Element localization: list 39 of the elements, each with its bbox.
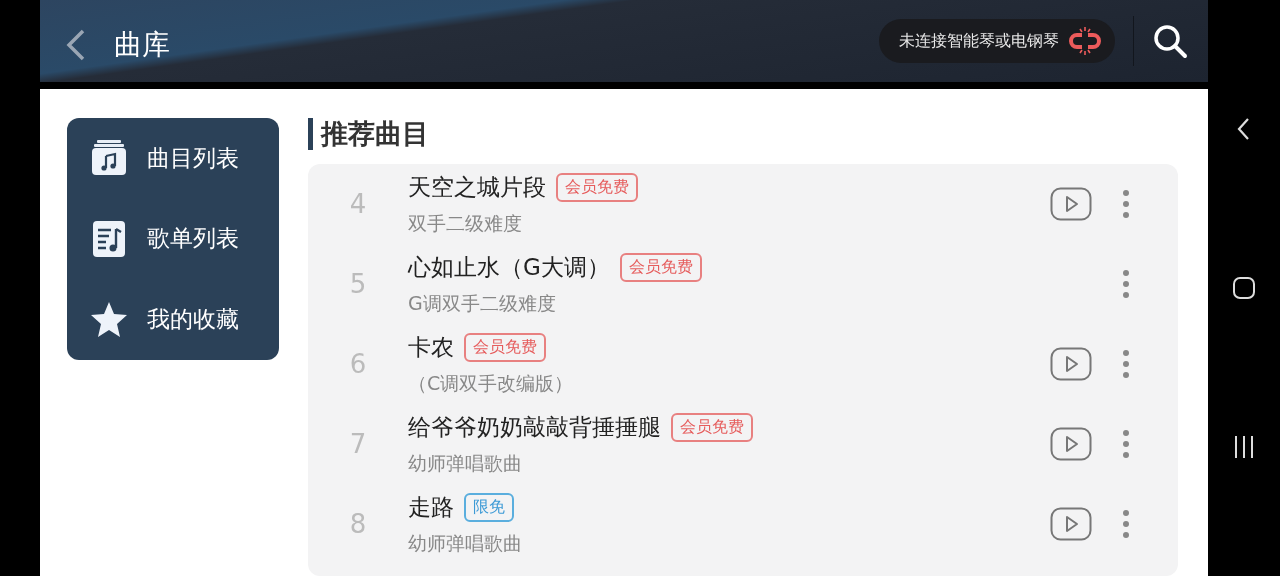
song-subtitle: 幼师弹唱歌曲 xyxy=(408,530,523,556)
price-tag: 会员免费 xyxy=(619,252,702,282)
song-number: 7 xyxy=(348,429,368,459)
song-title[interactable]: 天空之城片段 xyxy=(408,171,546,203)
search-icon[interactable] xyxy=(1152,23,1188,59)
price-tag: 限免 xyxy=(464,492,514,522)
broken-link-icon xyxy=(1069,26,1101,56)
song-title[interactable]: 卡农 xyxy=(408,331,454,363)
sidebar-item[interactable]: 我的收藏 xyxy=(89,293,279,346)
sidebar-item[interactable]: 歌单列表 xyxy=(89,213,279,265)
page-title: 曲库 xyxy=(114,27,170,63)
more-icon[interactable] xyxy=(1122,349,1130,379)
more-icon[interactable] xyxy=(1122,509,1130,539)
song-title[interactable]: 走路 xyxy=(408,491,454,523)
connection-status-button[interactable]: 未连接智能琴或电钢琴 xyxy=(879,19,1115,63)
song-number: 4 xyxy=(348,189,368,219)
song-title[interactable]: 给爷爷奶奶敲敲背捶捶腿 xyxy=(408,411,661,443)
price-tag: 会员免费 xyxy=(556,172,638,202)
song-subtitle: 双手二级难度 xyxy=(408,210,523,236)
play-icon[interactable] xyxy=(1050,347,1092,381)
play-icon[interactable] xyxy=(1050,427,1092,461)
more-icon[interactable] xyxy=(1122,429,1130,459)
section-title: 推荐曲目 xyxy=(321,117,429,151)
play-icon[interactable] xyxy=(1050,187,1092,221)
song-number: 6 xyxy=(348,349,368,379)
price-tag: 会员免费 xyxy=(671,412,753,442)
more-icon[interactable] xyxy=(1122,189,1130,219)
song-title[interactable]: 心如止水（G大调） xyxy=(408,251,610,283)
recent-apps-icon[interactable] xyxy=(1232,433,1256,460)
more-icon[interactable] xyxy=(1122,269,1130,299)
song-subtitle: G调双手二级难度 xyxy=(408,290,557,316)
home-icon[interactable] xyxy=(1232,275,1256,301)
sidebar-item[interactable]: 曲目列表 xyxy=(89,132,279,185)
price-tag: 会员免费 xyxy=(464,332,546,362)
song-subtitle: （C调双手改编版） xyxy=(408,370,575,396)
song-number: 8 xyxy=(348,509,368,539)
play-icon[interactable] xyxy=(1050,507,1092,541)
song-number: 5 xyxy=(348,269,368,299)
song-subtitle: 幼师弹唱歌曲 xyxy=(408,450,523,476)
